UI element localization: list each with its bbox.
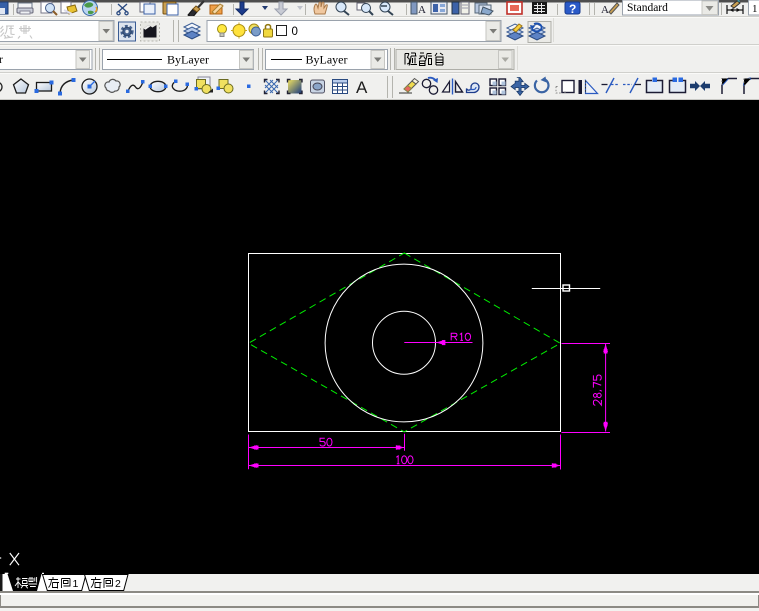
svg-text:2: 2 (115, 578, 121, 590)
svg-text:1: 1 (73, 578, 79, 590)
svg-text:0: 0 (292, 26, 298, 38)
svg-text:A: A (601, 4, 609, 16)
svg-text:A: A (418, 4, 426, 16)
svg-text:1: 1 (752, 3, 758, 15)
svg-text:ByLayer: ByLayer (167, 53, 209, 67)
svg-text:A: A (356, 78, 368, 97)
svg-text:ByLayer: ByLayer (306, 53, 348, 67)
svg-text:?: ? (569, 2, 576, 16)
svg-text:Standard: Standard (627, 2, 668, 14)
svg-text:r: r (0, 54, 3, 66)
